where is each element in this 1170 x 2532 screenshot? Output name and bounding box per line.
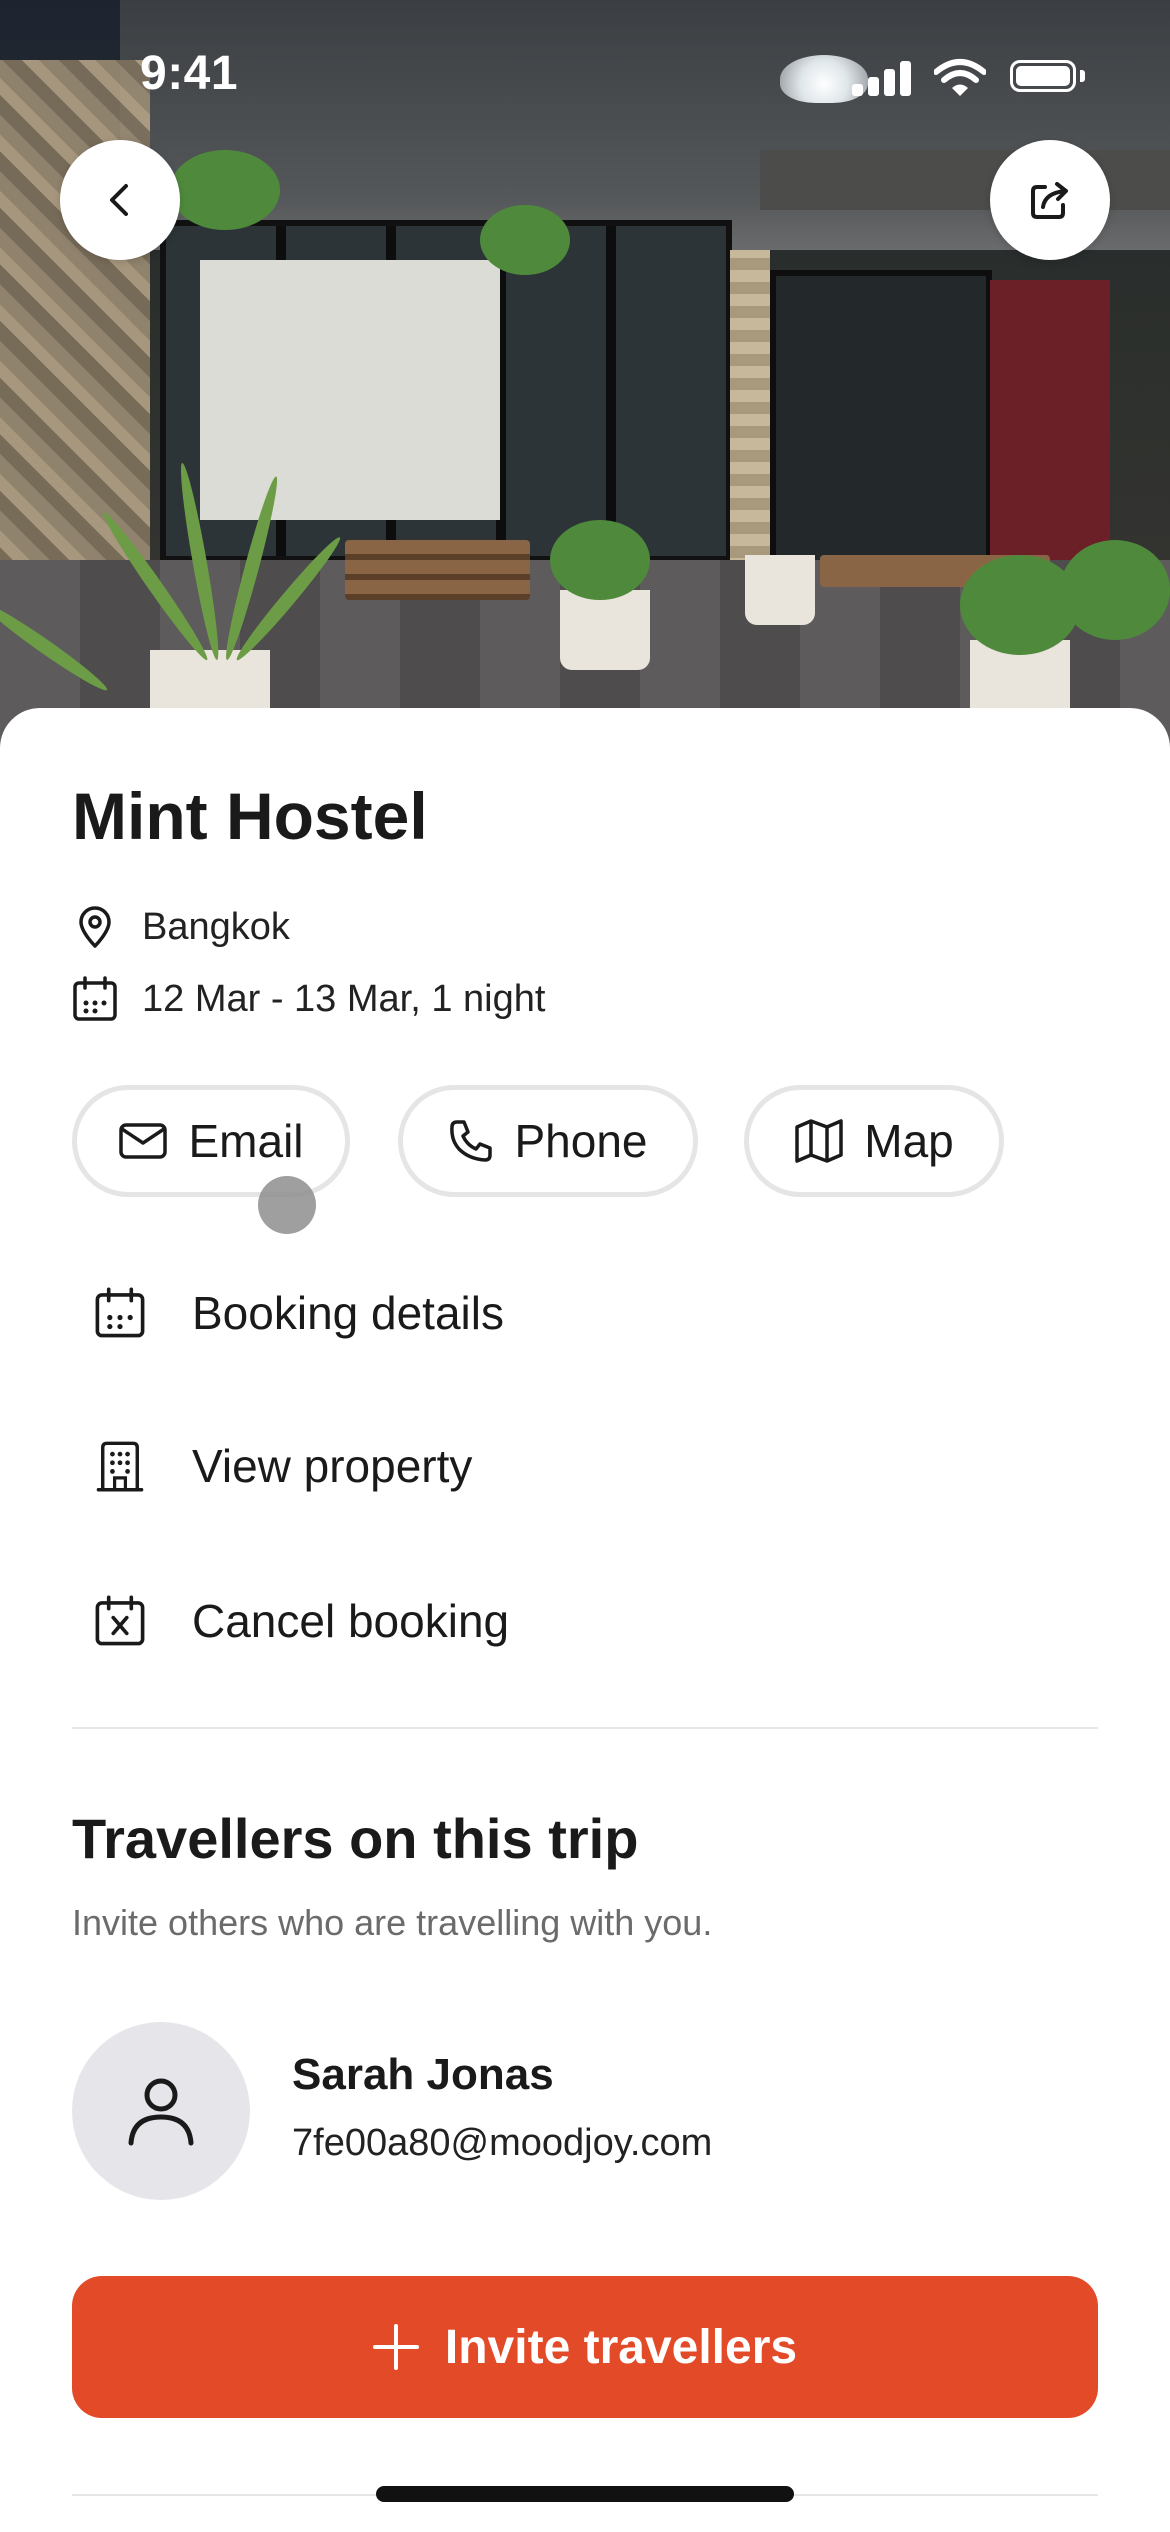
dates-row: 12 Mar - 13 Mar, 1 night (72, 976, 545, 1022)
property-title: Mint Hostel (72, 779, 428, 853)
user-icon (128, 2078, 194, 2146)
hero-glass-side (770, 270, 992, 582)
hero-shrub (1060, 540, 1170, 640)
email-button[interactable]: Email (72, 1085, 350, 1197)
back-button[interactable] (60, 140, 180, 260)
booking-details-item[interactable]: Booking details (72, 1258, 1098, 1368)
status-time: 9:41 (140, 47, 239, 100)
location-text: Bangkok (142, 905, 290, 948)
battery-icon (1010, 60, 1090, 96)
share-icon (1031, 182, 1068, 219)
travellers-title: Travellers on this trip (72, 1807, 639, 1870)
hero-planter (745, 555, 815, 625)
hero-shrub (550, 520, 650, 600)
chevron-left-icon (110, 184, 128, 216)
property-sheet: Mint Hostel Bangkok 12 Mar - 13 Mar, 1 n… (0, 708, 1170, 2532)
traveller-name: Sarah Jonas (292, 2050, 554, 2099)
map-button-label: Map (864, 1115, 954, 1167)
invite-travellers-button[interactable]: Invite travellers (72, 2276, 1098, 2418)
cellular-signal-icon (852, 60, 914, 96)
phone-icon (450, 1120, 493, 1162)
map-button[interactable]: Map (744, 1085, 1004, 1197)
calendar-icon (72, 976, 118, 1022)
hero-red-wall (990, 280, 1110, 580)
location-pin-icon (72, 904, 118, 950)
hero-pillar (730, 250, 770, 570)
hero-planter (560, 590, 650, 670)
wifi-icon (934, 59, 986, 96)
status-bar: 9:41 (0, 0, 1170, 150)
travellers-subtitle: Invite others who are travelling with yo… (72, 1902, 713, 1943)
hero-interior (200, 260, 500, 520)
phone-button-label: Phone (514, 1115, 648, 1167)
cancel-booking-label: Cancel booking (192, 1595, 510, 1647)
invite-travellers-label: Invite travellers (444, 2320, 798, 2374)
traveller-email: 7fe00a80@moodjoy.com (292, 2122, 713, 2164)
touch-indicator (258, 1176, 316, 1234)
phone-button[interactable]: Phone (398, 1085, 698, 1197)
location-row: Bangkok (72, 904, 290, 950)
map-icon (795, 1119, 843, 1163)
booking-details-label: Booking details (192, 1287, 504, 1339)
view-property-label: View property (192, 1440, 473, 1492)
mail-icon (119, 1123, 168, 1159)
building-icon (72, 1436, 168, 1496)
view-property-item[interactable]: View property (72, 1411, 1098, 1521)
hero-hanging-plant (170, 150, 280, 230)
share-button[interactable] (990, 140, 1110, 260)
calendar-x-icon (72, 1591, 168, 1651)
cancel-booking-item[interactable]: Cancel booking (72, 1566, 1098, 1676)
plus-icon (372, 2324, 419, 2370)
hero-hanging-plant (480, 205, 570, 275)
home-indicator[interactable] (376, 2486, 794, 2502)
hero-pallet-bench (345, 540, 530, 600)
dates-text: 12 Mar - 13 Mar, 1 night (142, 977, 546, 1020)
email-button-label: Email (188, 1115, 304, 1167)
section-divider (72, 1727, 1098, 1729)
calendar-icon (72, 1283, 168, 1343)
avatar (72, 2022, 250, 2200)
